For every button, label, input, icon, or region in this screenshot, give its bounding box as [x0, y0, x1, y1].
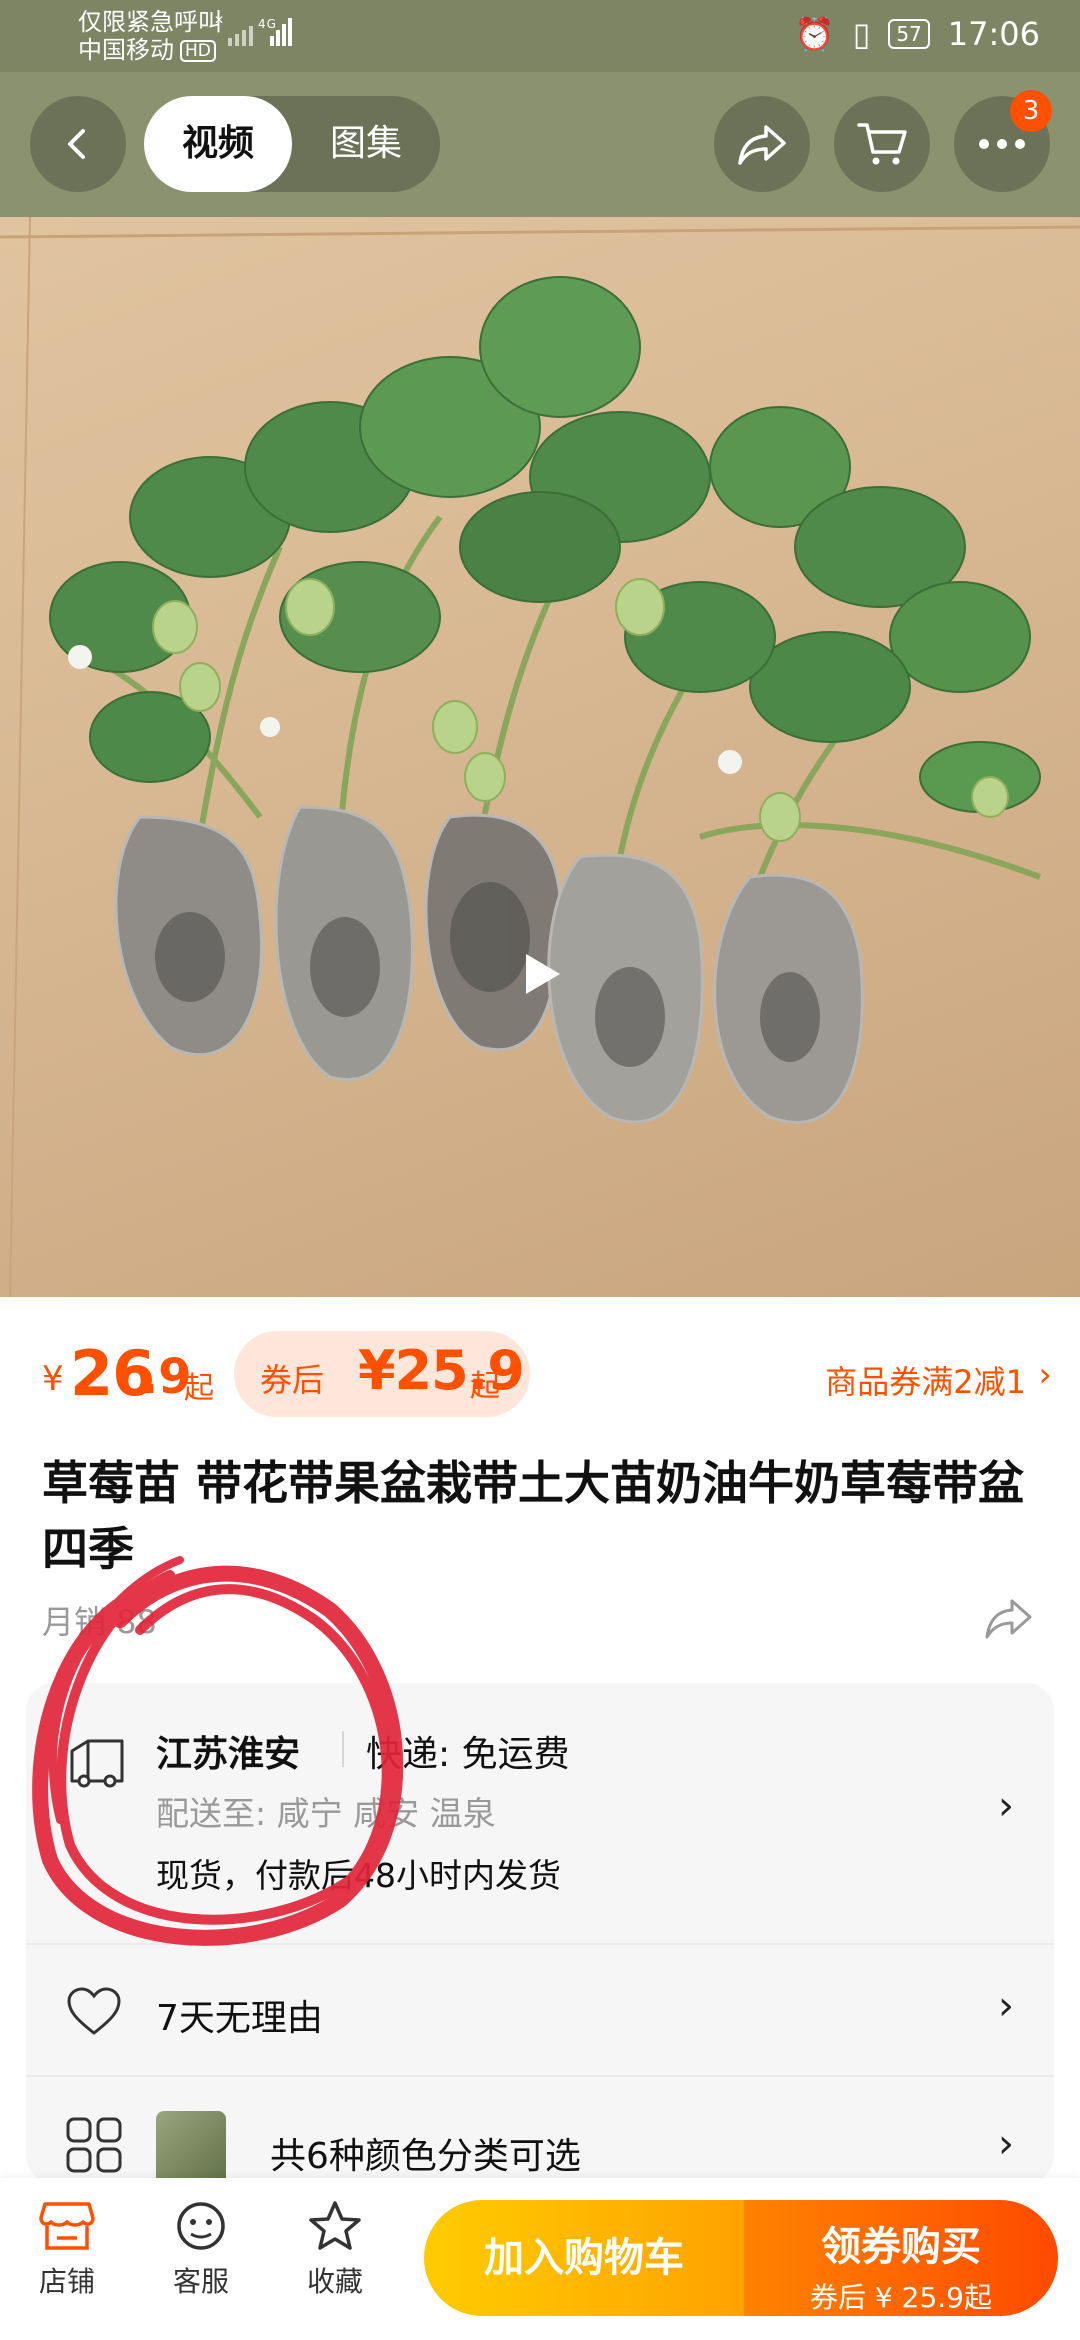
variant-thumbnail	[156, 2111, 226, 2183]
more-button[interactable]: 3	[954, 90, 1052, 192]
store-icon	[39, 2202, 95, 2250]
share-icon[interactable]	[984, 1595, 1034, 1641]
bottom-action-bar: 店铺 客服 收藏 加入购物车 领券购买 券后 ¥ 25.9起	[0, 2178, 1080, 2340]
status-left: 仅限紧急呼叫 中国移动 HD	[78, 8, 222, 64]
info-card: 江苏淮安 快递: 免运费 配送至: 咸宁 咸安 温泉 现货，付款后48小时内发货…	[26, 1683, 1054, 2183]
price-from-suffix: 起	[184, 1371, 214, 1406]
shipping-row[interactable]: 江苏淮安 快递: 免运费 配送至: 咸宁 咸安 温泉 现货，付款后48小时内发货…	[26, 1683, 1054, 1943]
product-image	[0, 217, 1080, 1297]
share-button[interactable]	[714, 96, 810, 192]
stock-status: 现货，付款后48小时内发货	[156, 1856, 561, 1895]
variants-text: 共6种颜色分类可选	[270, 2136, 581, 2177]
product-video-cover[interactable]	[0, 217, 1080, 1297]
coupon-from-suffix: 起	[470, 1369, 500, 1404]
top-nav: 视频 图集 3	[0, 72, 1080, 217]
hd-badge: HD	[180, 40, 216, 62]
chat-service-icon	[177, 2202, 225, 2250]
alarm-icon: ⏰	[794, 15, 835, 53]
coupon-label: 券后	[260, 1361, 325, 1399]
notification-badge: 3	[1010, 90, 1052, 132]
truck-icon	[70, 1739, 124, 1788]
grid-icon	[66, 2117, 122, 2173]
chevron-right-icon: ›	[998, 1983, 1014, 2029]
carrier-text: 中国移动	[78, 36, 174, 64]
media-tab-switch: 视频 图集	[144, 96, 440, 192]
coupon-price-pill: 券后 ¥25.9 起	[234, 1331, 530, 1417]
returns-text: 7天无理由	[156, 1998, 323, 2039]
status-bar: 仅限紧急呼叫 中国移动 HD ✕ 4G ⏰ ▯ 57 17:06	[0, 0, 1080, 72]
signal-icon: ✕ 4G	[214, 13, 294, 56]
tab-gallery[interactable]: 图集	[292, 96, 440, 192]
product-page: 仅限紧急呼叫 中国移动 HD ✕ 4G ⏰ ▯ 57 17:06 视频 图集 3…	[0, 0, 1080, 2340]
product-title: 草莓苗 带花带果盆栽带土大苗奶油牛奶草莓带盆四季	[42, 1456, 1025, 1576]
store-button[interactable]: 店铺	[12, 2200, 122, 2300]
cart-button[interactable]	[834, 96, 930, 192]
share-icon	[738, 125, 786, 165]
deliver-to: 配送至: 咸宁 咸安 温泉	[156, 1794, 496, 1833]
service-button[interactable]: 客服	[146, 2200, 256, 2300]
buy-with-coupon-button[interactable]: 领券购买 券后 ¥ 25.9起	[744, 2200, 1058, 2316]
svg-text:✕: ✕	[214, 14, 225, 27]
chevron-right-icon: ›	[998, 2121, 1014, 2167]
service-label: 客服	[172, 2265, 229, 2298]
price-row: ¥ 26 .9 起 券后 ¥25.9 起 商品券满2减1 ›	[0, 1297, 1080, 1447]
chevron-right-icon: ›	[1038, 1355, 1052, 1395]
add-to-cart-button[interactable]: 加入购物车	[424, 2200, 744, 2316]
divider	[342, 1731, 344, 1767]
favorite-label: 收藏	[306, 2265, 363, 2298]
store-label: 店铺	[38, 2265, 95, 2298]
back-icon	[68, 129, 85, 159]
monthly-sales: 月销 88	[42, 1603, 157, 1641]
voucher-link[interactable]: 商品券满2减1	[825, 1357, 1026, 1403]
back-button[interactable]	[30, 96, 126, 192]
battery-icon: 57	[888, 19, 930, 49]
clock: 17:06	[947, 15, 1040, 53]
status-right: ⏰ ▯ 57 17:06	[795, 12, 1040, 56]
tab-video[interactable]: 视频	[144, 96, 292, 192]
star-icon	[309, 2201, 361, 2250]
heart-icon	[67, 1987, 121, 2035]
ship-origin: 江苏淮安	[156, 1734, 301, 1775]
favorite-button[interactable]: 收藏	[280, 2200, 390, 2300]
buy-label: 领券购买	[821, 2224, 981, 2270]
svg-text:4G: 4G	[258, 17, 277, 31]
vibrate-icon: ▯	[852, 15, 871, 53]
chevron-right-icon: ›	[998, 1783, 1014, 1829]
emergency-text: 仅限紧急呼叫	[78, 8, 222, 36]
shipping-fee: 快递: 免运费	[366, 1734, 570, 1775]
more-icon	[979, 139, 1025, 149]
play-icon[interactable]	[522, 952, 562, 996]
buy-sub-label: 券后 ¥ 25.9起	[810, 2281, 992, 2314]
cart-icon	[857, 123, 907, 165]
price-currency: ¥	[42, 1359, 64, 1399]
